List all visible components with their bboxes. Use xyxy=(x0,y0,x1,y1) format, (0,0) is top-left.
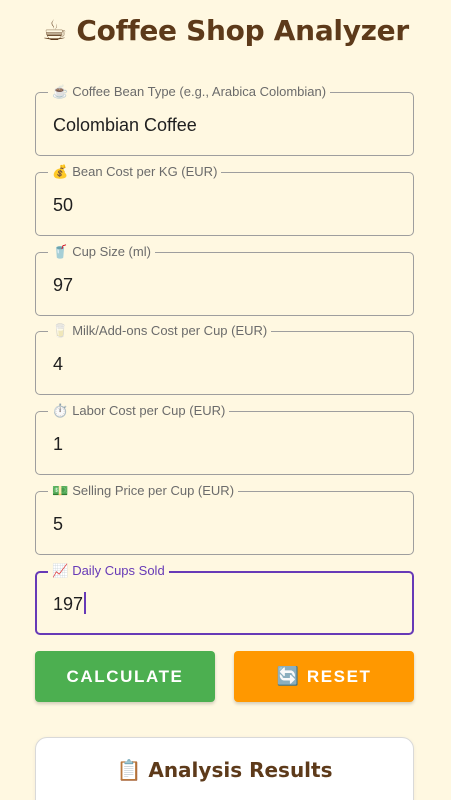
results-title: 📋 Analysis Results xyxy=(116,758,333,782)
money-bag-icon: 💰 xyxy=(52,164,69,179)
field-label: ⏱️ Labor Cost per Cup (EUR) xyxy=(48,403,230,419)
coffee-bean-type-field[interactable]: ☕ Coffee Bean Type (e.g., Arabica Colombi… xyxy=(35,84,414,156)
selling-price-field[interactable]: 💵 Selling Price per Cup (EUR) 5 xyxy=(35,483,414,555)
cup-size-field[interactable]: 🥤 Cup Size (ml) 97 xyxy=(35,244,414,316)
cup-with-straw-icon: 🥤 xyxy=(52,244,69,259)
milk-glass-icon: 🥛 xyxy=(52,323,69,338)
stopwatch-icon: ⏱️ xyxy=(52,403,69,418)
bean-cost-field[interactable]: 💰 Bean Cost per KG (EUR) 50 xyxy=(35,164,414,236)
analysis-results-card: 📋 Analysis Results xyxy=(35,737,414,800)
app-screen: ☕ Coffee Shop Analyzer ☕ Coffee Bean Type… xyxy=(0,0,451,800)
coffee-cup-icon: ☕ xyxy=(52,84,69,99)
milk-addons-cost-field[interactable]: 🥛 Milk/Add-ons Cost per Cup (EUR) 4 xyxy=(35,323,414,395)
coffee-cup-icon: ☕ xyxy=(42,14,67,47)
calculate-button[interactable]: CALCULATE xyxy=(35,651,215,702)
clipboard-icon: 📋 xyxy=(116,758,142,782)
field-label: 📈 Daily Cups Sold xyxy=(48,563,169,579)
bean-cost-input[interactable]: 50 xyxy=(53,193,73,217)
reset-button[interactable]: 🔄 RESET xyxy=(234,651,414,702)
labor-cost-field[interactable]: ⏱️ Labor Cost per Cup (EUR) 1 xyxy=(35,403,414,475)
refresh-icon: 🔄 xyxy=(276,666,299,686)
field-label: 💵 Selling Price per Cup (EUR) xyxy=(48,483,239,499)
page-title-text: Coffee Shop Analyzer xyxy=(76,14,409,47)
field-label: 🥛 Milk/Add-ons Cost per Cup (EUR) xyxy=(48,323,272,339)
daily-cups-sold-field[interactable]: 📈 Daily Cups Sold 197 xyxy=(35,563,414,635)
page-title: ☕ Coffee Shop Analyzer xyxy=(0,14,451,47)
daily-cups-sold-input[interactable]: 197 xyxy=(53,592,87,616)
cup-size-input[interactable]: 97 xyxy=(53,273,73,297)
milk-addons-cost-input[interactable]: 4 xyxy=(53,352,63,376)
selling-price-input[interactable]: 5 xyxy=(53,512,63,536)
text-caret xyxy=(84,592,87,614)
field-label: ☕ Coffee Bean Type (e.g., Arabica Colombi… xyxy=(48,84,331,100)
coffee-bean-type-input[interactable]: Colombian Coffee xyxy=(53,113,197,137)
field-label: 💰 Bean Cost per KG (EUR) xyxy=(48,164,222,180)
labor-cost-input[interactable]: 1 xyxy=(53,432,63,456)
chart-increasing-icon: 📈 xyxy=(52,563,69,578)
field-label: 🥤 Cup Size (ml) xyxy=(48,244,155,260)
banknote-icon: 💵 xyxy=(52,483,69,498)
